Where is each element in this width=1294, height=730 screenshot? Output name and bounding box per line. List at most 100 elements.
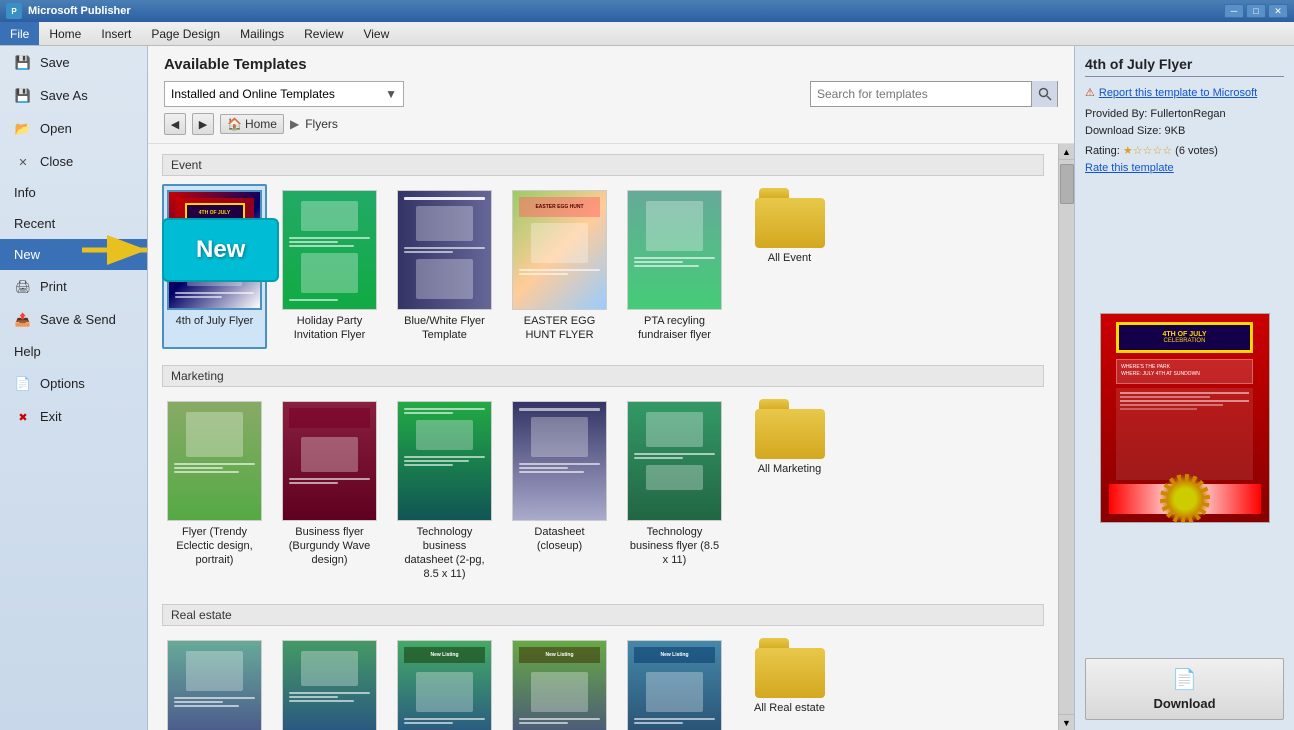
rating-label: Rating: [1085, 143, 1120, 161]
marketing-grid: Flyer (Trendy Eclectic design, portrait)… [162, 395, 1044, 588]
sidebar-label-close: Close [40, 154, 73, 169]
thumb-holiday-party [282, 190, 377, 310]
provider-text: Provided By: FullertonRegan [1085, 106, 1284, 124]
sidebar-item-options[interactable]: Options [0, 367, 147, 400]
template-new-listing-elegant[interactable]: New Listing New listing flyer (Elegant, … [392, 634, 497, 730]
dropdown-value: Installed and Online Templates [171, 87, 335, 101]
report-link[interactable]: Report this template to Microsoft [1099, 85, 1257, 103]
right-panel-info: ⚠ Report this template to Microsoft Prov… [1085, 85, 1284, 178]
template-multi-photo[interactable]: Multiple listing flyer (Photoscope, agen… [277, 634, 382, 730]
maximize-button[interactable]: □ [1246, 4, 1266, 18]
preview-container: 4TH OF JULY CELEBRATION WHERE'S THE PARK… [1085, 194, 1284, 642]
close-window-button[interactable]: ✕ [1268, 4, 1288, 18]
menu-review[interactable]: Review [294, 22, 353, 45]
thumb-multi-photo [282, 640, 377, 730]
scrollbar-up[interactable]: ▲ [1059, 144, 1075, 160]
thumb-new-listing-elegant: New Listing [397, 640, 492, 730]
template-bluewhite[interactable]: Blue/White Flyer Template [392, 184, 497, 349]
folder-realestate-label: All Real estate [754, 702, 825, 714]
thumb-multi-simple [167, 640, 262, 730]
title-bar-left: P Microsoft Publisher [6, 3, 131, 19]
home-label: Home [245, 117, 277, 131]
scrollbar-thumb[interactable] [1060, 164, 1074, 204]
sidebar-item-help[interactable]: Help [0, 336, 147, 367]
templates-header: Available Templates Installed and Online… [148, 46, 1074, 144]
menu-insert[interactable]: Insert [91, 22, 141, 45]
thumb-tech-biz-flyer [627, 401, 722, 521]
scrollbar-down[interactable]: ▼ [1059, 714, 1075, 730]
sidebar-item-open[interactable]: Open [0, 112, 147, 145]
thumb-tech-datasheet [397, 401, 492, 521]
menu-page-design[interactable]: Page Design [141, 22, 230, 45]
menu-view[interactable]: View [353, 22, 399, 45]
template-easter[interactable]: EASTER EGG HUNT EASTER EGG HUNT FLYER [507, 184, 612, 349]
home-button[interactable]: 🏠 Home [220, 114, 284, 134]
search-button[interactable] [1031, 81, 1057, 107]
sidebar-item-save-as[interactable]: Save As [0, 79, 147, 112]
template-tech-biz-flyer[interactable]: Technology business flyer (8.5 x 11) [622, 395, 727, 588]
thumb-new-listing-premier: New Listing [512, 640, 607, 730]
nav-row: ◀ ▶ 🏠 Home ▶ Flyers [164, 113, 1058, 135]
open-icon [14, 120, 32, 137]
sidebar-label-options: Options [40, 376, 85, 391]
menu-mailings[interactable]: Mailings [230, 22, 294, 45]
sidebar-item-close[interactable]: Close [0, 145, 147, 177]
sidebar-item-save[interactable]: Save [0, 46, 147, 79]
sidebar-label-new: New [14, 247, 40, 262]
right-panel-title: 4th of July Flyer [1085, 56, 1284, 72]
folder-event-icon [755, 188, 825, 248]
search-icon [1038, 87, 1052, 101]
section-event: Event [162, 154, 1044, 176]
label-pta: PTA recyling fundraiser flyer [628, 314, 721, 343]
rate-template-link[interactable]: Rate this template [1085, 162, 1174, 174]
title-bar-text: Microsoft Publisher [28, 5, 131, 17]
template-biz-burgundy[interactable]: Business flyer (Burgundy Wave design) [277, 395, 382, 588]
sidebar-item-save-send[interactable]: Save & Send [0, 303, 147, 336]
template-multi-simple[interactable]: Multiple listing flyer (Simple Divider, [162, 634, 267, 730]
sidebar: Save Save As Open Close Info Recent New … [0, 46, 148, 730]
template-pta[interactable]: PTA recyling fundraiser flyer [622, 184, 727, 349]
report-icon: ⚠ [1085, 85, 1095, 103]
scrollbar[interactable]: ▲ ▼ [1058, 144, 1074, 730]
breadcrumb-current: Flyers [305, 117, 338, 131]
menu-file[interactable]: File [0, 22, 39, 45]
section-marketing: Marketing [162, 365, 1044, 387]
label-bluewhite: Blue/White Flyer Template [398, 314, 491, 343]
thumb-datasheet-closeup [512, 401, 607, 521]
search-box [810, 81, 1058, 107]
sidebar-item-exit[interactable]: Exit [0, 400, 147, 432]
folder-marketing-icon [755, 399, 825, 459]
back-button[interactable]: ◀ [164, 113, 186, 135]
real-estate-grid: Multiple listing flyer (Simple Divider, … [162, 634, 1044, 730]
folder-all-event[interactable]: All Event [737, 184, 842, 349]
template-flyer-trendy[interactable]: Flyer (Trendy Eclectic design, portrait) [162, 395, 267, 588]
search-input[interactable] [811, 82, 1031, 106]
votes-text: (6 votes) [1175, 143, 1218, 161]
template-new-listing-premier[interactable]: New Listing New listing flyer (Premier, … [507, 634, 612, 730]
template-new-listing-arrows[interactable]: New Listing New listing flyer (Arrows, p… [622, 634, 727, 730]
thumb-bluewhite [397, 190, 492, 310]
menu-home[interactable]: Home [39, 22, 91, 45]
template-dropdown[interactable]: Installed and Online Templates ▼ [164, 81, 404, 107]
savesend-icon [14, 311, 32, 328]
folder-all-marketing[interactable]: All Marketing [737, 395, 842, 588]
event-grid: 4TH OF JULY 4th of July Flyer [162, 184, 1044, 349]
template-tech-datasheet[interactable]: Technology business datasheet (2-pg, 8.5… [392, 395, 497, 588]
label-easter: EASTER EGG HUNT FLYER [513, 314, 606, 343]
download-button[interactable]: 📄 Download [1085, 658, 1284, 720]
template-datasheet-closeup[interactable]: Datasheet (closeup) [507, 395, 612, 588]
exit-icon [14, 408, 32, 424]
title-bar: P Microsoft Publisher ─ □ ✕ [0, 0, 1294, 22]
label-datasheet-closeup: Datasheet (closeup) [513, 525, 606, 554]
close-icon [14, 153, 32, 169]
thumb-pta [627, 190, 722, 310]
label-4th-july: 4th of July Flyer [176, 314, 254, 328]
forward-button[interactable]: ▶ [192, 113, 214, 135]
template-holiday-party[interactable]: Holiday Party Invitation Flyer [277, 184, 382, 349]
minimize-button[interactable]: ─ [1224, 4, 1244, 18]
sidebar-item-info[interactable]: Info [0, 177, 147, 208]
thumb-biz-burgundy [282, 401, 377, 521]
right-panel-divider [1085, 76, 1284, 77]
sidebar-label-save-as: Save As [40, 88, 88, 103]
folder-all-realestate[interactable]: All Real estate [737, 634, 842, 730]
